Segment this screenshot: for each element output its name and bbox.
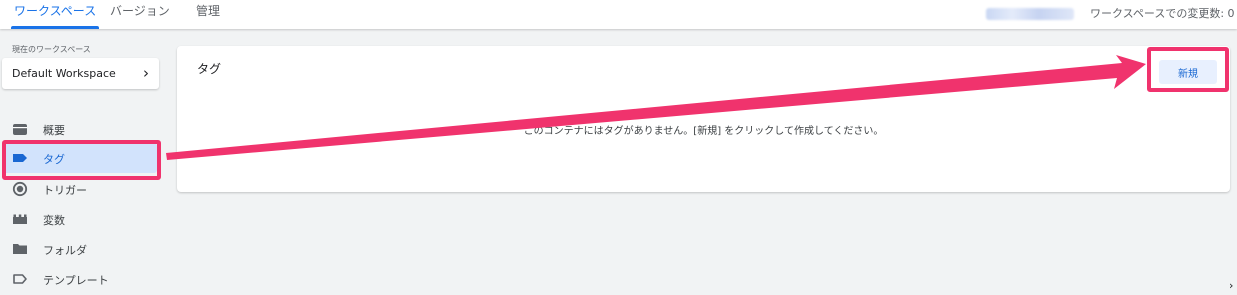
corner-glyph-icon: ›	[1229, 279, 1234, 292]
arrow-shape	[166, 55, 1146, 160]
annotation-arrow	[166, 55, 1146, 160]
